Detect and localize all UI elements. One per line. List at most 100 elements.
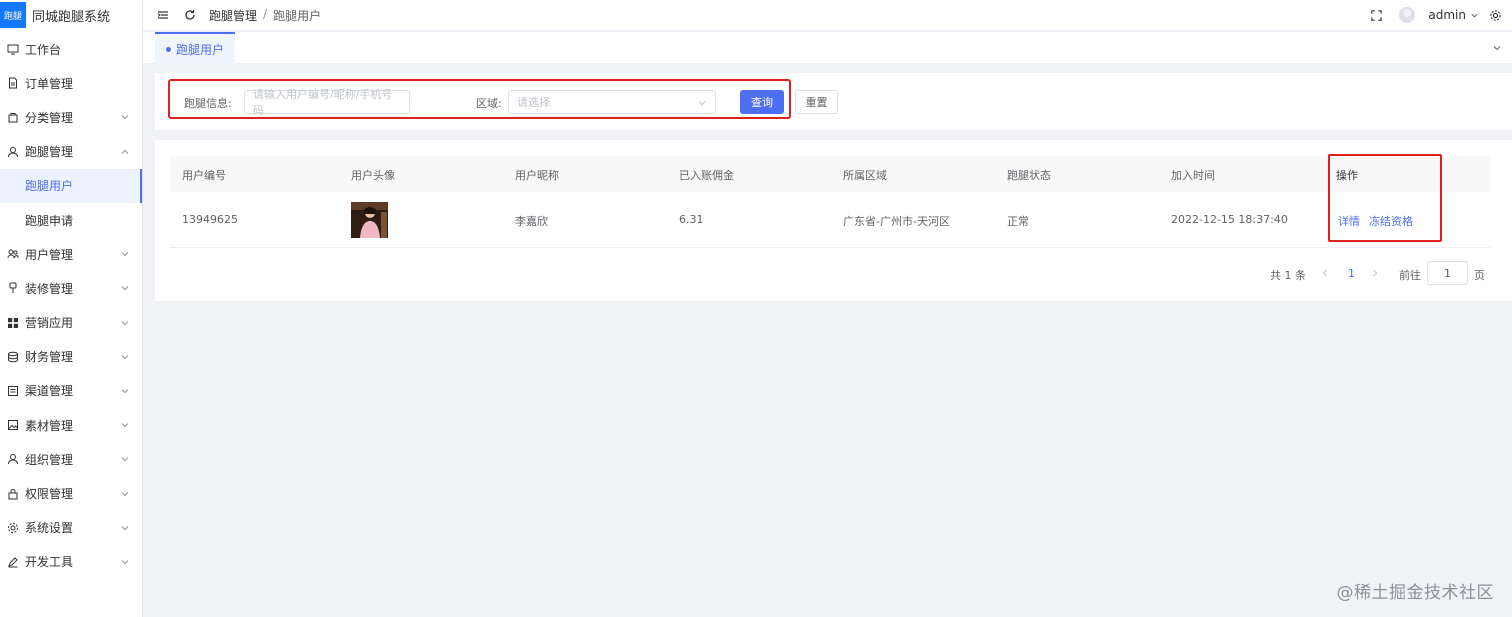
sidebar-subitem-errand-users[interactable]: 跑腿用户 (0, 168, 142, 203)
cell-user-id: 13949625 (182, 213, 238, 226)
breadcrumb: 跑腿管理 / 跑腿用户 (209, 7, 321, 24)
chevron-down-icon[interactable] (1470, 11, 1479, 20)
sidebar-item-label: 开发工具 (25, 555, 74, 570)
chevron-down-icon (121, 491, 129, 496)
chevron-down-icon (121, 389, 129, 394)
sidebar-item-label: 财务管理 (25, 350, 74, 365)
column-header: 加入时间 (1171, 169, 1215, 182)
column-header: 用户头像 (351, 169, 395, 182)
sidebar-item-label: 装修管理 (25, 281, 74, 296)
sidebar-item-label: 订单管理 (25, 76, 74, 91)
input-placeholder: 请输入用户编号/昵称/手机号码 (253, 88, 393, 117)
top-header: 跑腿管理 / 跑腿用户 admin (143, 0, 1512, 30)
region-select[interactable]: 请选择 (508, 90, 716, 114)
pagination-page[interactable]: 1 (1348, 267, 1355, 280)
sidebar-item-label: 营销应用 (25, 316, 74, 331)
header-right: admin (1369, 0, 1512, 30)
sidebar-item-channel[interactable]: 渠道管理 (0, 374, 142, 408)
sidebar-item-label: 组织管理 (25, 452, 74, 467)
region-label: 区域: (476, 97, 502, 110)
sidebar-item-label: 权限管理 (25, 487, 74, 502)
sidebar-item-label: 系统设置 (25, 521, 74, 536)
sidebar-item-marketing[interactable]: 营销应用 (0, 306, 142, 340)
chevron-down-icon (121, 457, 129, 462)
chevron-right-icon[interactable] (1371, 268, 1379, 278)
chevron-left-icon[interactable] (1321, 268, 1329, 278)
sidebar-subitem-errand-apply[interactable]: 跑腿申请 (0, 203, 142, 237)
monitor-icon (7, 43, 19, 55)
sidebar-item-label: 分类管理 (25, 110, 74, 125)
channel-icon (7, 385, 19, 397)
sidebar-item-label: 跑腿管理 (25, 145, 74, 160)
tab-label: 跑腿用户 (176, 42, 225, 57)
sidebar-item-workbench[interactable]: 工作台 (0, 32, 142, 66)
fullscreen-icon[interactable] (1369, 8, 1383, 22)
lock-icon (7, 488, 19, 500)
chevron-down-icon (121, 560, 129, 565)
sidebar-item-decoration[interactable]: 装修管理 (0, 271, 142, 305)
chevron-down-icon[interactable] (1492, 43, 1502, 53)
sidebar-item-errand[interactable]: 跑腿管理 (0, 135, 142, 169)
gear-icon (7, 522, 19, 534)
cell-status: 正常 (1007, 215, 1029, 228)
user-avatar-image[interactable] (351, 202, 388, 238)
logo[interactable]: 跑腿 同城跑腿系统 (0, 0, 142, 30)
menu-toggle-icon[interactable] (156, 8, 170, 22)
errand-info-label: 跑腿信息: (184, 97, 232, 110)
sidebar: 跑腿 同城跑腿系统 工作台 订单管理 分类管理 跑腿管理 跑腿用户 跑腿申请 用… (0, 0, 143, 617)
tab-errand-users[interactable]: 跑腿用户 (155, 32, 236, 64)
highlight-box (1328, 154, 1442, 242)
select-placeholder: 请选择 (517, 96, 550, 109)
bag-icon (7, 111, 19, 123)
chevron-down-icon (121, 423, 129, 428)
image-icon (7, 419, 19, 431)
chevron-up-icon (121, 149, 129, 154)
watermark: @稀土掘金技术社区 (1336, 583, 1494, 603)
errand-info-input[interactable]: 请输入用户编号/昵称/手机号码 (244, 88, 410, 117)
pagination-total: 共 1 条 (1270, 269, 1306, 282)
sidebar-item-label: 素材管理 (25, 418, 74, 433)
column-header: 所属区域 (843, 169, 887, 182)
cell-joined-time: 2022-12-15 18:37:40 (1171, 213, 1288, 226)
chevron-down-icon (121, 354, 129, 359)
breadcrumb-current: 跑腿用户 (273, 8, 322, 23)
sidebar-subitem-label: 跑腿申请 (25, 213, 74, 228)
sidebar-item-finance[interactable]: 财务管理 (0, 340, 142, 374)
refresh-icon[interactable] (183, 8, 197, 22)
grid-icon (7, 317, 19, 329)
app-title: 同城跑腿系统 (32, 9, 111, 25)
breadcrumb-separator: / (263, 6, 268, 21)
goto-page-input[interactable]: 1 (1427, 261, 1468, 285)
tabs-bar: 跑腿用户 (143, 31, 1512, 64)
sidebar-item-label: 工作台 (25, 42, 62, 57)
chevron-down-icon (121, 252, 129, 257)
sidebar-item-material[interactable]: 素材管理 (0, 408, 142, 442)
breadcrumb-item[interactable]: 跑腿管理 (209, 7, 257, 24)
cell-nickname: 李嘉欣 (515, 215, 548, 228)
query-button[interactable]: 查询 (740, 90, 784, 114)
avatar[interactable] (1399, 7, 1416, 23)
sidebar-item-users[interactable]: 用户管理 (0, 237, 142, 271)
sidebar-item-devtools[interactable]: 开发工具 (0, 545, 142, 579)
sidebar-item-permissions[interactable]: 权限管理 (0, 476, 142, 510)
column-header: 跑腿状态 (1007, 169, 1051, 182)
chevron-down-icon (121, 320, 129, 325)
column-header: 用户编号 (182, 169, 226, 182)
logo-badge: 跑腿 (0, 2, 26, 28)
chevron-down-icon (121, 115, 129, 120)
sidebar-item-settings[interactable]: 系统设置 (0, 511, 142, 545)
chevron-down-icon (121, 525, 129, 530)
cell-commission: 6.31 (679, 213, 704, 226)
gear-icon[interactable] (1488, 8, 1502, 22)
page-suffix: 页 (1474, 269, 1485, 282)
username[interactable]: admin (1428, 8, 1466, 22)
chevron-down-icon (121, 286, 129, 291)
sidebar-item-orders[interactable]: 订单管理 (0, 66, 142, 100)
chevron-down-icon (698, 101, 706, 106)
person-icon (7, 146, 19, 158)
sidebar-subitem-label: 跑腿用户 (25, 179, 74, 194)
sidebar-item-category[interactable]: 分类管理 (0, 100, 142, 134)
reset-button[interactable]: 重置 (795, 90, 838, 114)
sidebar-item-organization[interactable]: 组织管理 (0, 442, 142, 476)
active-dot (166, 46, 171, 52)
